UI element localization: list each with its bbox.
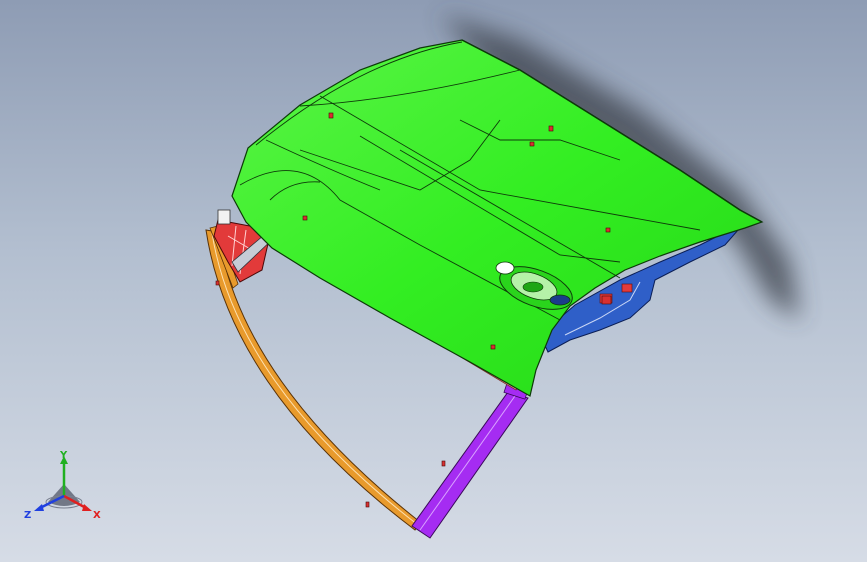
x-axis-label: X	[93, 510, 101, 521]
y-axis-label: Y	[59, 450, 68, 461]
hinge-mount	[217, 209, 231, 225]
z-axis-label: Z	[24, 510, 31, 521]
b-pillar-highlight	[419, 395, 516, 531]
inner-bracket	[621, 283, 633, 293]
orientation-triad[interactable]: Y X Z	[24, 448, 108, 528]
z-axis-arrow-icon	[34, 504, 44, 511]
x-axis-arrow-icon	[82, 504, 92, 511]
cad-viewport[interactable]: Y X Z	[0, 0, 867, 562]
door-model[interactable]	[0, 0, 867, 562]
